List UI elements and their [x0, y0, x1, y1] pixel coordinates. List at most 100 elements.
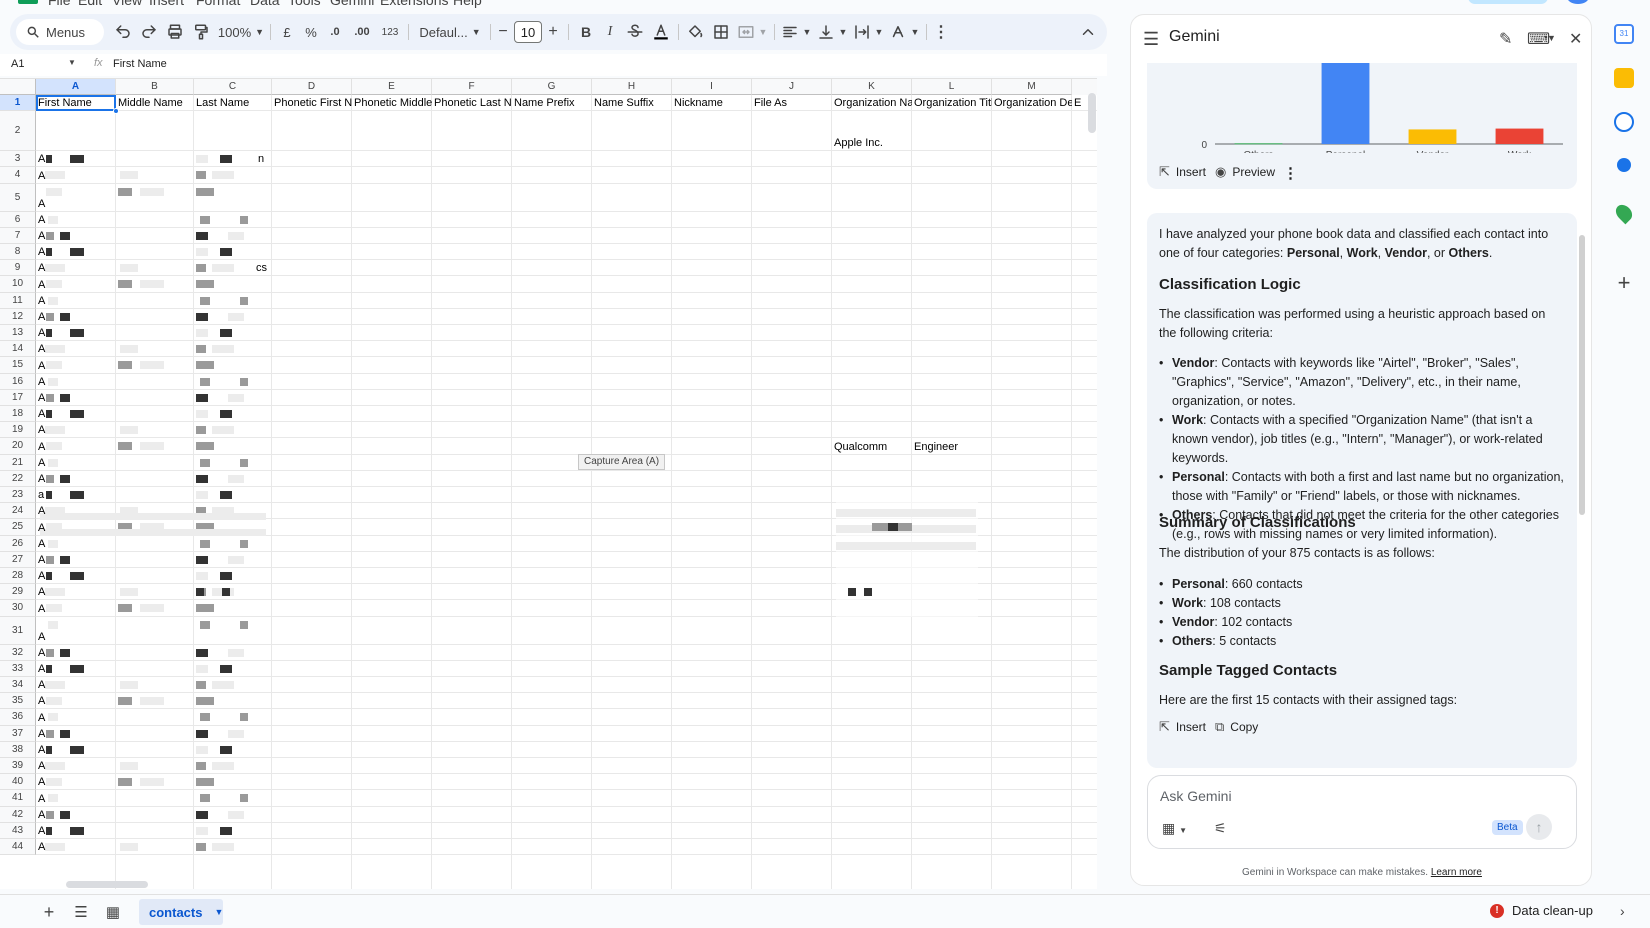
vertical-scrollbar[interactable]	[1088, 93, 1096, 133]
menu-help[interactable]: Help	[453, 0, 482, 8]
row-header-31[interactable]: 31	[0, 616, 36, 645]
row-header-29[interactable]: 29	[0, 584, 36, 601]
cell-a4[interactable]: A	[36, 167, 116, 183]
cell-a25[interactable]: A	[36, 519, 116, 535]
cell-a43[interactable]: A	[36, 823, 116, 839]
fill-handle[interactable]	[113, 108, 119, 114]
chevron-down-icon[interactable]: ▼	[68, 58, 76, 67]
cell-l20[interactable]: Engineer	[912, 438, 992, 454]
row-header-15[interactable]: 15	[0, 357, 36, 374]
ask-gemini-input[interactable]: Ask Gemini ▦ ▼ ⚟ Beta ↑	[1147, 775, 1577, 849]
row-header-3[interactable]: 3	[0, 151, 36, 168]
cell-a26[interactable]: A	[36, 536, 116, 552]
row-header-30[interactable]: 30	[0, 600, 36, 617]
header-cell-d[interactable]: Phonetic First Na	[272, 95, 352, 111]
cell-a14[interactable]: A	[36, 341, 116, 357]
cell-a31[interactable]: A	[36, 617, 116, 645]
cell-a17[interactable]: A	[36, 390, 116, 406]
menu-file[interactable]: File	[48, 0, 71, 8]
row-header-18[interactable]: 18	[0, 406, 36, 423]
cell-c9-fragment[interactable]: cs	[254, 260, 274, 276]
maps-icon[interactable]	[1612, 201, 1636, 225]
cell-a21[interactable]: A	[36, 455, 116, 471]
strikethrough-button[interactable]	[622, 14, 648, 50]
row-header-28[interactable]: 28	[0, 568, 36, 585]
paint-format-button[interactable]	[188, 14, 214, 50]
more-options-icon[interactable]: ⋮	[1283, 164, 1298, 182]
keep-icon[interactable]	[1614, 68, 1634, 88]
header-cell-k[interactable]: Organization Na	[832, 95, 912, 111]
cell-a28[interactable]: A	[36, 568, 116, 584]
row-header-9[interactable]: 9	[0, 260, 36, 277]
send-button[interactable]: ↑	[1526, 814, 1552, 840]
header-cell-g[interactable]: Name Prefix	[512, 95, 592, 111]
decrease-decimal-button[interactable]: .0	[322, 14, 348, 50]
row-header-22[interactable]: 22	[0, 470, 36, 487]
column-header-g[interactable]: G	[512, 79, 592, 95]
fill-color-button[interactable]	[682, 14, 708, 50]
row-header-6[interactable]: 6	[0, 211, 36, 228]
cell-a37[interactable]: A	[36, 726, 116, 742]
menu-insert[interactable]: Insert	[149, 0, 184, 8]
borders-button[interactable]	[708, 14, 734, 50]
vertical-align-button[interactable]: ▼	[814, 14, 850, 50]
row-header-36[interactable]: 36	[0, 709, 36, 726]
cell-a33[interactable]: A	[36, 661, 116, 677]
row-header-17[interactable]: 17	[0, 389, 36, 406]
horizontal-scrollbar[interactable]	[66, 881, 148, 888]
cell-a15[interactable]: A	[36, 357, 116, 373]
row-header-26[interactable]: 26	[0, 535, 36, 552]
row-header-34[interactable]: 34	[0, 677, 36, 694]
row-header-14[interactable]: 14	[0, 341, 36, 358]
percent-button[interactable]: %	[300, 14, 322, 50]
collapse-toolbar-button[interactable]	[1076, 14, 1100, 50]
row-header-33[interactable]: 33	[0, 660, 36, 677]
cell-a36[interactable]: A	[36, 709, 116, 725]
sheet-explore-icon[interactable]: ▦	[104, 903, 122, 921]
row-header-13[interactable]: 13	[0, 325, 36, 342]
column-header-f[interactable]: F	[432, 79, 512, 95]
increase-decimal-button[interactable]: .00	[348, 14, 376, 50]
bold-button[interactable]: B	[574, 14, 598, 50]
row-header-11[interactable]: 11	[0, 292, 36, 309]
menu-view[interactable]: View	[112, 0, 142, 8]
row-header-42[interactable]: 42	[0, 806, 36, 823]
avatar[interactable]	[1567, 0, 1589, 4]
menu-icon[interactable]: ☰	[1143, 29, 1159, 50]
header-cell-i[interactable]: Nickname	[672, 95, 752, 111]
cell-a13[interactable]: A	[36, 325, 116, 341]
row-header-27[interactable]: 27	[0, 551, 36, 568]
cell-c3-fragment[interactable]: n	[256, 151, 274, 167]
column-header-m[interactable]: M	[992, 79, 1072, 95]
column-header-j[interactable]: J	[752, 79, 832, 95]
row-header-41[interactable]: 41	[0, 790, 36, 807]
insert-chart-button[interactable]: ⇱ Insert	[1159, 164, 1206, 180]
chevron-down-icon[interactable]: ▼	[214, 907, 223, 917]
cell-k2[interactable]: Apple Inc.	[832, 111, 912, 151]
table-context-icon[interactable]: ▦ ▼	[1162, 820, 1187, 837]
row-header-7[interactable]: 7	[0, 227, 36, 244]
row-header-23[interactable]: 23	[0, 487, 36, 504]
text-rotation-button[interactable]: ▼	[886, 14, 922, 50]
column-header-h[interactable]: H	[592, 79, 672, 95]
menu-edit[interactable]: Edit	[78, 0, 102, 8]
header-cell-e[interactable]: Phonetic Middle	[352, 95, 432, 111]
cell-a27[interactable]: A	[36, 552, 116, 568]
merge-cells-button[interactable]: ▼	[734, 14, 770, 50]
gemini-conversation[interactable]: 0OthersPersonalVendorWorkContact Categor…	[1147, 63, 1577, 775]
cell-a44[interactable]: A	[36, 839, 116, 855]
selected-cell[interactable]	[36, 95, 116, 111]
redo-button[interactable]	[136, 14, 162, 50]
column-header-l[interactable]: L	[912, 79, 992, 95]
row-header-19[interactable]: 19	[0, 422, 36, 439]
row-header-8[interactable]: 8	[0, 244, 36, 261]
insert-answer-button[interactable]: ⇱ Insert	[1159, 719, 1206, 735]
header-cell-b[interactable]: Middle Name	[116, 95, 194, 111]
cell-a18[interactable]: A	[36, 406, 116, 422]
row-header-38[interactable]: 38	[0, 741, 36, 758]
contacts-icon[interactable]	[1617, 158, 1631, 172]
preview-chart-button[interactable]: ◉ Preview	[1215, 164, 1275, 180]
row-header-21[interactable]: 21	[0, 454, 36, 471]
name-box[interactable]: A1	[11, 58, 24, 70]
row-header-16[interactable]: 16	[0, 373, 36, 390]
